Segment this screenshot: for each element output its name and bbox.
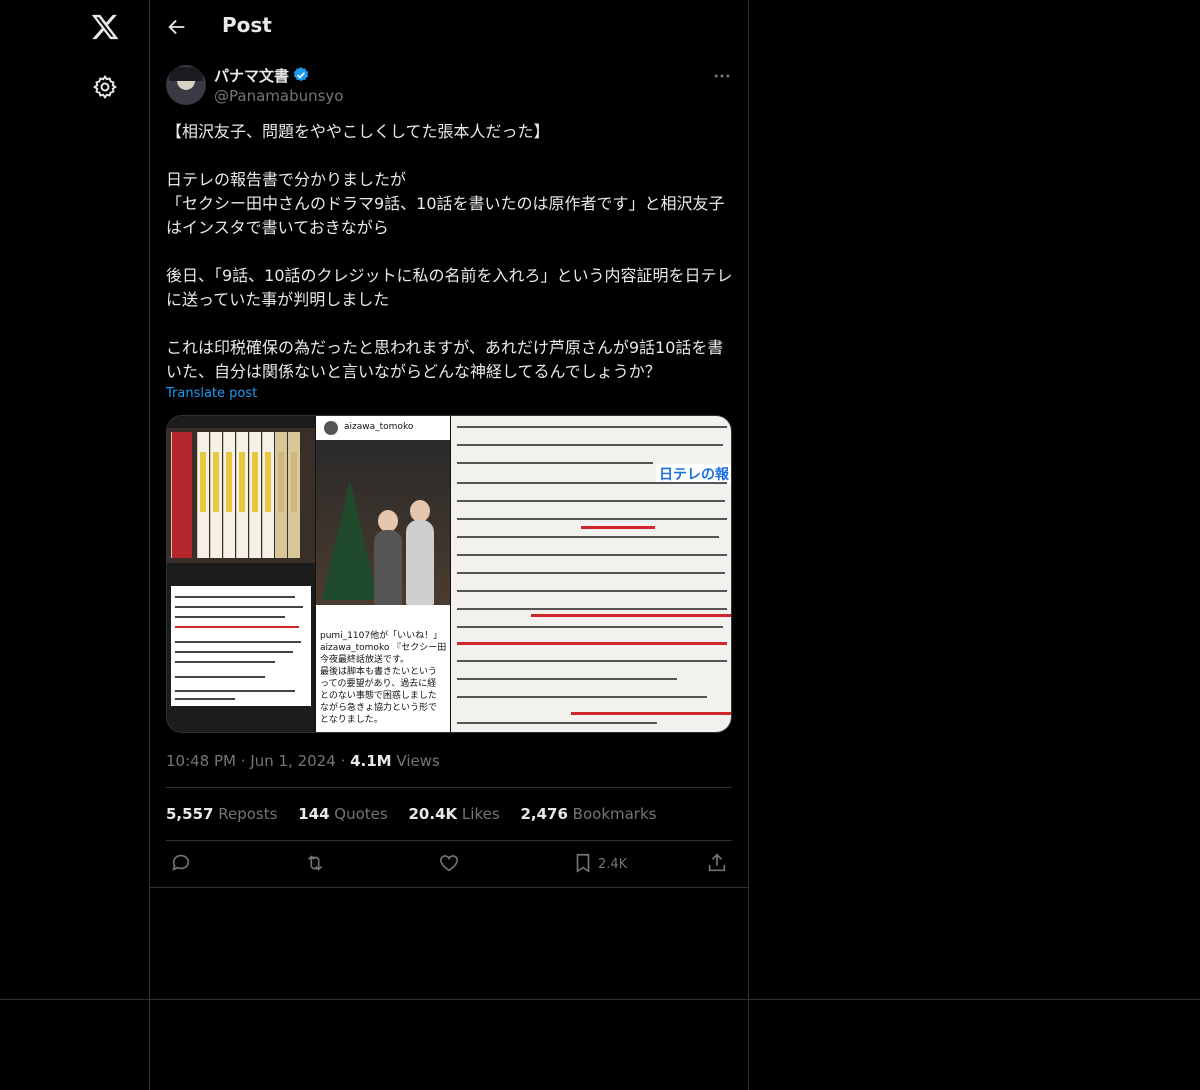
post-stats: 5,557 Reposts 144 Quotes 20.4K Likes 2,4…	[166, 805, 672, 823]
reply-icon[interactable]	[170, 852, 194, 876]
gear-icon[interactable]	[92, 74, 118, 100]
media-image-1[interactable]	[167, 416, 315, 732]
divider	[748, 1000, 749, 1090]
verified-badge-icon	[292, 66, 310, 84]
divider	[150, 887, 748, 888]
page-title: Post	[222, 13, 272, 37]
more-icon[interactable]	[712, 66, 732, 86]
media-image-3[interactable]: 日テレの報	[451, 416, 731, 732]
divider	[0, 999, 1200, 1000]
repost-icon[interactable]	[304, 852, 328, 876]
translate-link[interactable]: Translate post	[166, 386, 257, 401]
author-name[interactable]: パナマ文書	[214, 65, 289, 86]
bookmarks-stat[interactable]: 2,476 Bookmarks	[520, 805, 656, 823]
bookmark-count: 2.4K	[598, 857, 628, 872]
document-title: 日テレの報	[656, 464, 731, 484]
post-date: Jun 1, 2024	[250, 752, 336, 770]
separator: ·	[340, 752, 351, 770]
quotes-stat[interactable]: 144 Quotes	[298, 805, 388, 823]
page: Post パナマ文書 @Panamabunsyo 【相沢友子、問題をややこしくし…	[0, 0, 1200, 1090]
back-arrow-icon[interactable]	[166, 16, 188, 38]
x-logo-icon[interactable]	[90, 12, 120, 42]
avatar[interactable]	[166, 65, 206, 105]
post-time: 10:48 PM	[166, 752, 236, 770]
post-timestamp[interactable]: 10:48 PM · Jun 1, 2024 · 4.1M Views	[166, 752, 440, 770]
header: Post	[150, 0, 748, 54]
like-icon[interactable]	[438, 852, 462, 876]
separator: ·	[240, 752, 251, 770]
reposts-stat[interactable]: 5,557 Reposts	[166, 805, 277, 823]
media-image-2[interactable]: aizawa_tomoko pumi_1107他が「いいね！」 aizawa_t…	[316, 416, 450, 732]
instagram-caption: pumi_1107他が「いいね！」 aizawa_tomoko 『セクシー田 今…	[320, 631, 447, 725]
share-icon[interactable]	[706, 852, 730, 876]
post-text: 【相沢友子、問題をややこしくしてた張本人だった】 日テレの報告書で分かりましたが…	[166, 122, 733, 381]
bookmark-icon[interactable]	[572, 852, 596, 876]
likes-stat[interactable]: 20.4K Likes	[409, 805, 500, 823]
views-label: Views	[396, 752, 440, 770]
action-bar: 2.4K	[166, 852, 732, 878]
divider	[166, 787, 732, 788]
author-handle[interactable]: @Panamabunsyo	[214, 87, 343, 105]
main-column: Post パナマ文書 @Panamabunsyo 【相沢友子、問題をややこしくし…	[150, 0, 749, 1000]
divider	[166, 840, 732, 841]
views-count: 4.1M	[350, 752, 392, 770]
instagram-username: aizawa_tomoko	[344, 422, 414, 432]
media-grid[interactable]: aizawa_tomoko pumi_1107他が「いいね！」 aizawa_t…	[166, 415, 732, 733]
left-rail	[0, 0, 150, 1090]
